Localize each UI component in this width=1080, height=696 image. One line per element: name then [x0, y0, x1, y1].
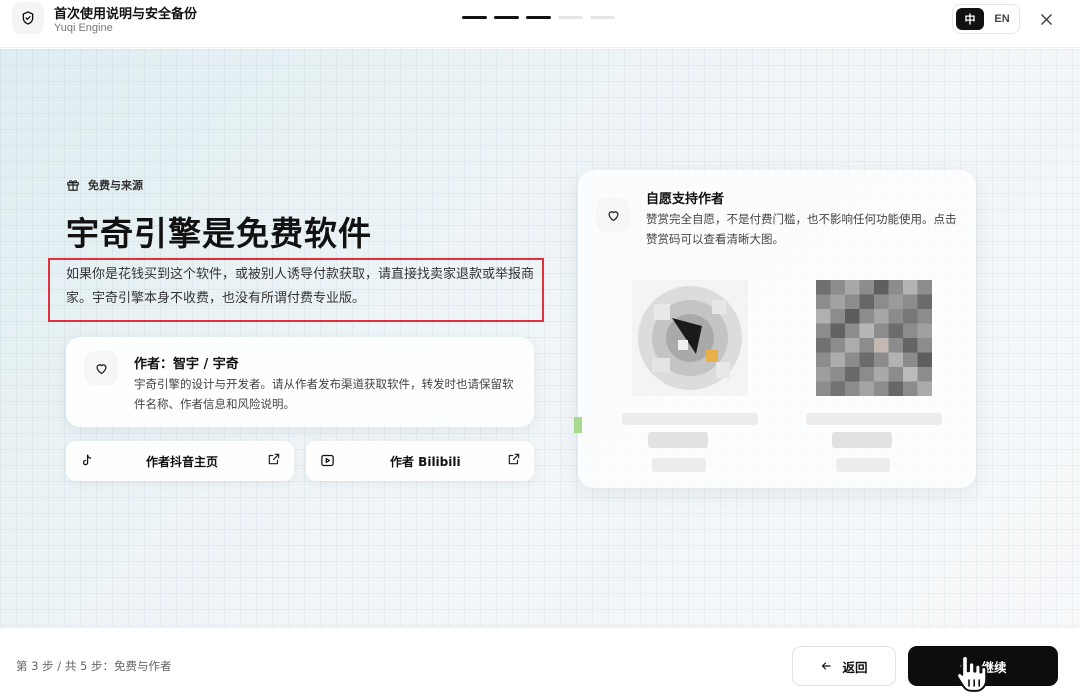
section-tag-label: 免费与来源 — [88, 179, 143, 192]
step-label: 第 3 步 / 共 5 步：免费与作者 — [16, 659, 172, 673]
bilibili-link-button[interactable]: 作者 Bilibili — [306, 441, 534, 481]
shield-check-icon — [12, 2, 44, 34]
bilibili-link-label: 作者 Bilibili — [390, 455, 461, 469]
qr-caption-blurred — [832, 432, 892, 448]
app-subtitle: Yuqi Engine — [54, 22, 113, 34]
video-icon — [318, 451, 336, 469]
douyin-link-button[interactable]: 作者抖音主页 — [66, 441, 294, 481]
main-content: 免费与来源 宇奇引擎是免费软件 如果你是花钱买到这个软件，或被别人诱导付款获取，… — [0, 49, 1080, 627]
external-link-icon — [266, 451, 282, 467]
section-tag: 免费与来源 — [66, 177, 143, 193]
author-name: 作者：智宇 / 宇奇 — [134, 357, 239, 372]
footer: 第 3 步 / 共 5 步：免费与作者 返回 继续 — [0, 627, 1080, 696]
lang-zh-button[interactable]: 中 — [956, 8, 984, 30]
decorative-mark — [574, 417, 582, 433]
author-description: 宇奇引擎的设计与开发者。请从作者发布渠道获取软件，转发时也请保留软件名称、作者信… — [134, 377, 514, 411]
hand-cursor-icon — [956, 655, 988, 692]
support-description: 赞赏完全自愿，不是付费门槛，也不影响任何功能使用。点击赞赏码可以查看清晰大图。 — [646, 212, 957, 246]
gift-icon — [67, 180, 79, 191]
step-progress — [462, 16, 615, 19]
author-card: 作者：智宇 / 宇奇 宇奇引擎的设计与开发者。请从作者发布渠道获取软件，转发时也… — [66, 337, 534, 427]
back-button[interactable]: 返回 — [792, 646, 896, 686]
qr-caption-blurred — [648, 432, 708, 448]
step-indicator-4 — [558, 16, 583, 19]
lang-en-button[interactable]: EN — [988, 8, 1016, 30]
step-indicator-5 — [590, 16, 615, 19]
back-button-label: 返回 — [842, 659, 868, 675]
tiktok-icon — [78, 451, 96, 469]
qr-caption-blurred — [806, 413, 942, 425]
qr-caption-blurred — [622, 413, 758, 425]
headline: 宇奇引擎是免费软件 — [66, 214, 372, 253]
description: 如果你是花钱买到这个软件，或被别人诱导付款获取，请直接找卖家退款或举报商家。宇奇… — [66, 267, 535, 306]
step-indicator-1 — [462, 16, 487, 19]
donation-qr-alipay[interactable] — [792, 266, 952, 472]
step-indicator-3 — [526, 16, 551, 19]
qr-caption-blurred — [652, 458, 706, 472]
douyin-link-label: 作者抖音主页 — [146, 455, 219, 469]
header: 首次使用说明与安全备份 Yuqi Engine 中 EN — [0, 0, 1080, 48]
heart-icon — [84, 351, 118, 385]
arrow-left-icon — [822, 662, 832, 670]
heart-icon — [596, 198, 630, 232]
step-indicator-2 — [494, 16, 519, 19]
donation-qr-wechat[interactable] — [608, 266, 768, 472]
qr-code-image — [816, 280, 932, 396]
language-switch: 中 EN — [952, 4, 1020, 34]
support-card: 自愿支持作者 赞赏完全自愿，不是付费门槛，也不影响任何功能使用。点击赞赏码可以查… — [578, 170, 976, 488]
close-icon — [1040, 13, 1052, 25]
external-link-icon — [506, 451, 522, 467]
qr-caption-blurred — [836, 458, 890, 472]
support-title: 自愿支持作者 — [646, 192, 725, 207]
close-button[interactable] — [1034, 8, 1058, 30]
page-title: 首次使用说明与安全备份 — [54, 7, 198, 22]
qr-code-image — [632, 280, 748, 396]
